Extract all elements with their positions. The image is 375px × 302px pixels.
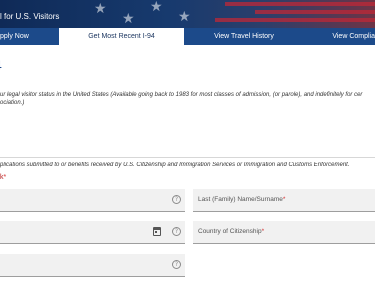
star-icon: ★ <box>150 0 163 15</box>
country-label: Country of Citizenship* <box>198 228 264 235</box>
nav-get-most-recent-i94[interactable]: Get Most Recent I-94 <box>59 28 184 45</box>
nav-view-travel-history[interactable]: View Travel History <box>200 28 288 45</box>
last-name-field[interactable]: Last (Family) Name/Surname* <box>193 189 375 212</box>
star-icon: ★ <box>94 1 107 17</box>
page-title: 4 <box>0 57 2 73</box>
country-label-text: Country of Citizenship <box>198 228 262 235</box>
document-number-field[interactable]: ? <box>0 254 185 277</box>
nav-view-compliance[interactable]: View Complia <box>322 28 375 45</box>
flag-stripe <box>215 18 375 22</box>
birth-date-field[interactable]: ? <box>0 221 185 244</box>
warning-text: plications submitted to or benefits rece… <box>0 162 350 168</box>
first-name-field[interactable]: ? <box>0 189 185 212</box>
help-icon[interactable]: ? <box>172 260 181 269</box>
required-asterisk: * <box>282 196 286 203</box>
intro-text: ur legal visitor status in the United St… <box>0 91 375 107</box>
help-icon[interactable]: ? <box>172 195 181 204</box>
required-section-label: k* <box>0 174 6 181</box>
last-name-label-text: Last (Family) Name/Surname <box>198 196 283 203</box>
country-of-citizenship-field[interactable]: Country of Citizenship* <box>193 221 375 244</box>
divider <box>0 157 375 158</box>
intro-line: ociation.) <box>0 100 25 106</box>
nav-apply-now[interactable]: pply Now <box>0 28 42 45</box>
site-banner: ★ ★ ★ ★ l for U.S. Visitors <box>0 0 375 28</box>
last-name-label: Last (Family) Name/Surname* <box>198 196 285 203</box>
required-asterisk: * <box>261 228 265 235</box>
required-asterisk: * <box>3 174 7 181</box>
star-icon: ★ <box>122 11 135 27</box>
flag-stripe <box>255 10 375 14</box>
intro-line: ur legal visitor status in the United St… <box>0 92 363 98</box>
star-icon: ★ <box>178 9 191 25</box>
main-nav: pply Now Get Most Recent I-94 View Trave… <box>0 28 375 45</box>
banner-title: l for U.S. Visitors <box>0 12 60 21</box>
help-icon[interactable]: ? <box>172 227 181 236</box>
calendar-icon[interactable] <box>153 227 161 236</box>
flag-stripe <box>225 2 375 6</box>
